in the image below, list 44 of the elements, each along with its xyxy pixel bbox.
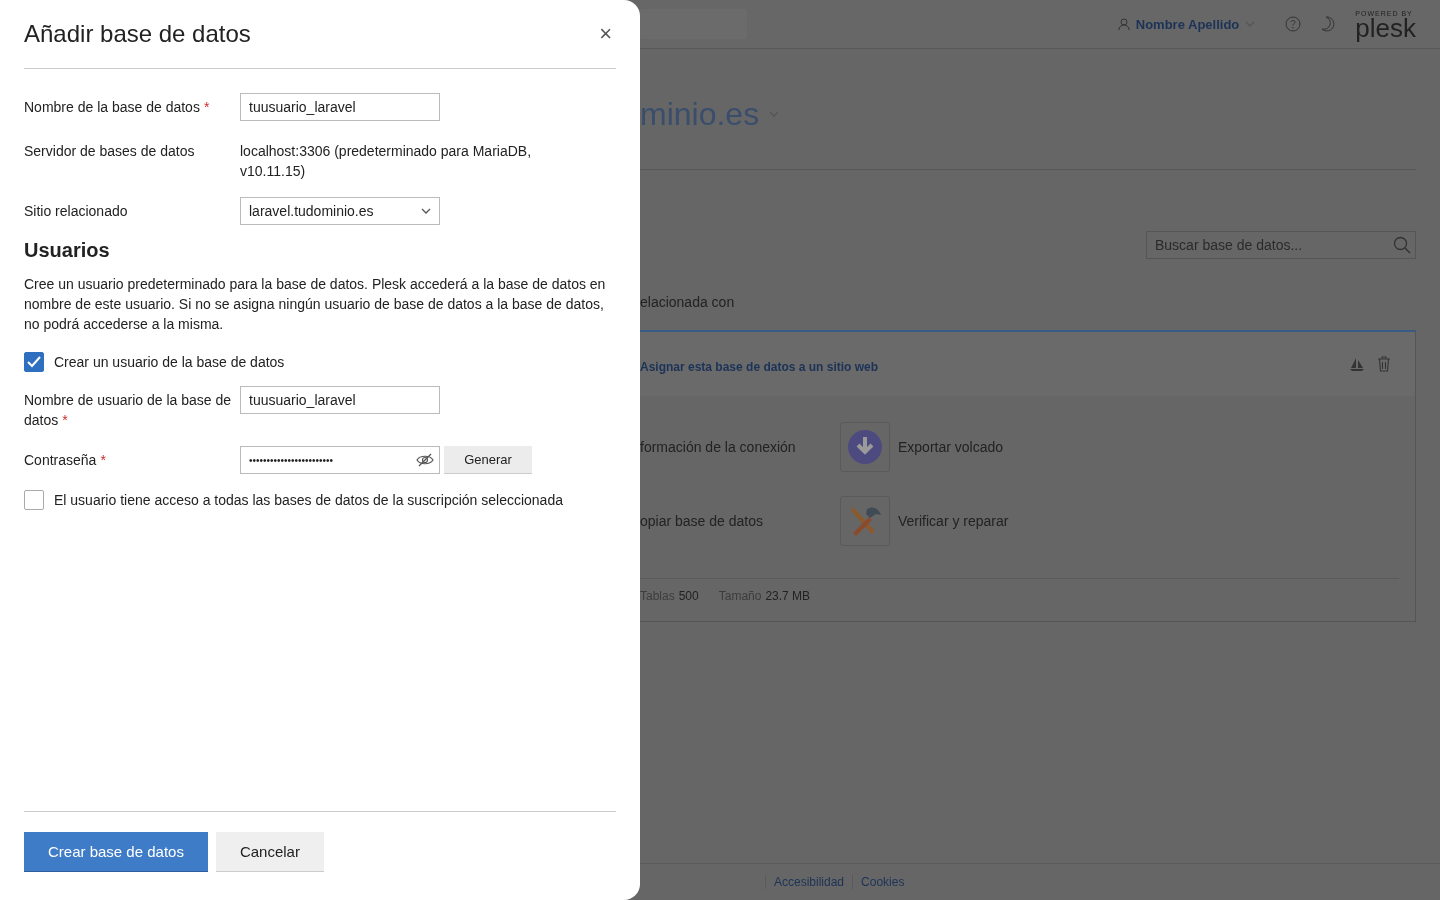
action-link[interactable]: formación de la conexión: [640, 439, 796, 455]
user-menu-link[interactable]: Nombre Apellido: [1135, 16, 1240, 32]
assign-link[interactable]: Asignar esta base de datos a un sitio web: [640, 360, 879, 374]
field-value: localhost:3306 (predeterminado para MariaDB, v10.11.15): [240, 142, 533, 181]
field-label: Nombre de la base de datos *: [24, 98, 211, 117]
footer-link[interactable]: Accesibilidad: [765, 875, 845, 889]
action-link[interactable]: Verificar y reparar: [898, 513, 1009, 529]
text-field[interactable]: tuusuario_laravel: [240, 386, 440, 414]
sailboat-icon[interactable]: [1349, 356, 1365, 372]
checkbox[interactable]: [24, 352, 44, 372]
field-label: Nombre de usuario de la base de datos *: [24, 391, 233, 430]
eye-slash-icon[interactable]: [416, 453, 434, 467]
moon-icon[interactable]: [1321, 16, 1336, 32]
generate-button[interactable]: Generar: [444, 446, 532, 474]
trash-icon[interactable]: [1377, 356, 1391, 372]
filter-label: elacionada con: [640, 294, 736, 310]
section-description: Cree un usuario predeterminado para la base de datos. Plesk accederá a la base de datos en nombre de este usuario. Si no se asigna ningún usuario de base de datos a la base de datos, no podrá accederse a la misma.: [24, 275, 607, 334]
footer-link[interactable]: Cookies: [852, 875, 905, 889]
close-button[interactable]: ×: [595, 21, 616, 47]
field-label: Contraseña *: [24, 451, 107, 470]
tools-icon[interactable]: [840, 496, 890, 546]
checkbox[interactable]: [24, 490, 44, 510]
stat-value: 500: [678, 589, 699, 603]
cancel-button[interactable]: Cancelar: [215, 832, 324, 872]
action-link[interactable]: Exportar volcado: [898, 439, 1004, 455]
download-icon[interactable]: [840, 422, 890, 472]
user-icon: [1117, 17, 1130, 31]
site-select[interactable]: laravel.tudominio.es: [240, 197, 440, 225]
caret-icon: [421, 208, 431, 214]
search-icon[interactable]: [1393, 236, 1411, 254]
checkbox-label: Crear un usuario de la base de datos: [54, 354, 285, 370]
checkbox-label: El usuario tiene acceso a todas las bases de datos de la suscripción seleccionada: [54, 492, 563, 508]
action-link[interactable]: opiar base de datos: [640, 513, 763, 529]
field-label: Servidor de bases de datos: [24, 142, 196, 161]
stat-value: 23.7 MB: [765, 589, 811, 603]
text-field[interactable]: tuusuario_laravel: [240, 93, 440, 121]
help-icon[interactable]: [1285, 16, 1302, 32]
field-label: Sitio relacionado: [24, 202, 129, 221]
create-button[interactable]: Crear base de datos: [24, 832, 208, 872]
password-field[interactable]: ••••••••••••••••••••••••: [240, 446, 440, 474]
section-heading: Usuarios: [24, 239, 111, 262]
search-field[interactable]: Buscar base de datos...: [1146, 231, 1416, 259]
dialog-title: Añadir base de datos: [24, 20, 251, 48]
top-search-field[interactable]: [640, 9, 747, 39]
